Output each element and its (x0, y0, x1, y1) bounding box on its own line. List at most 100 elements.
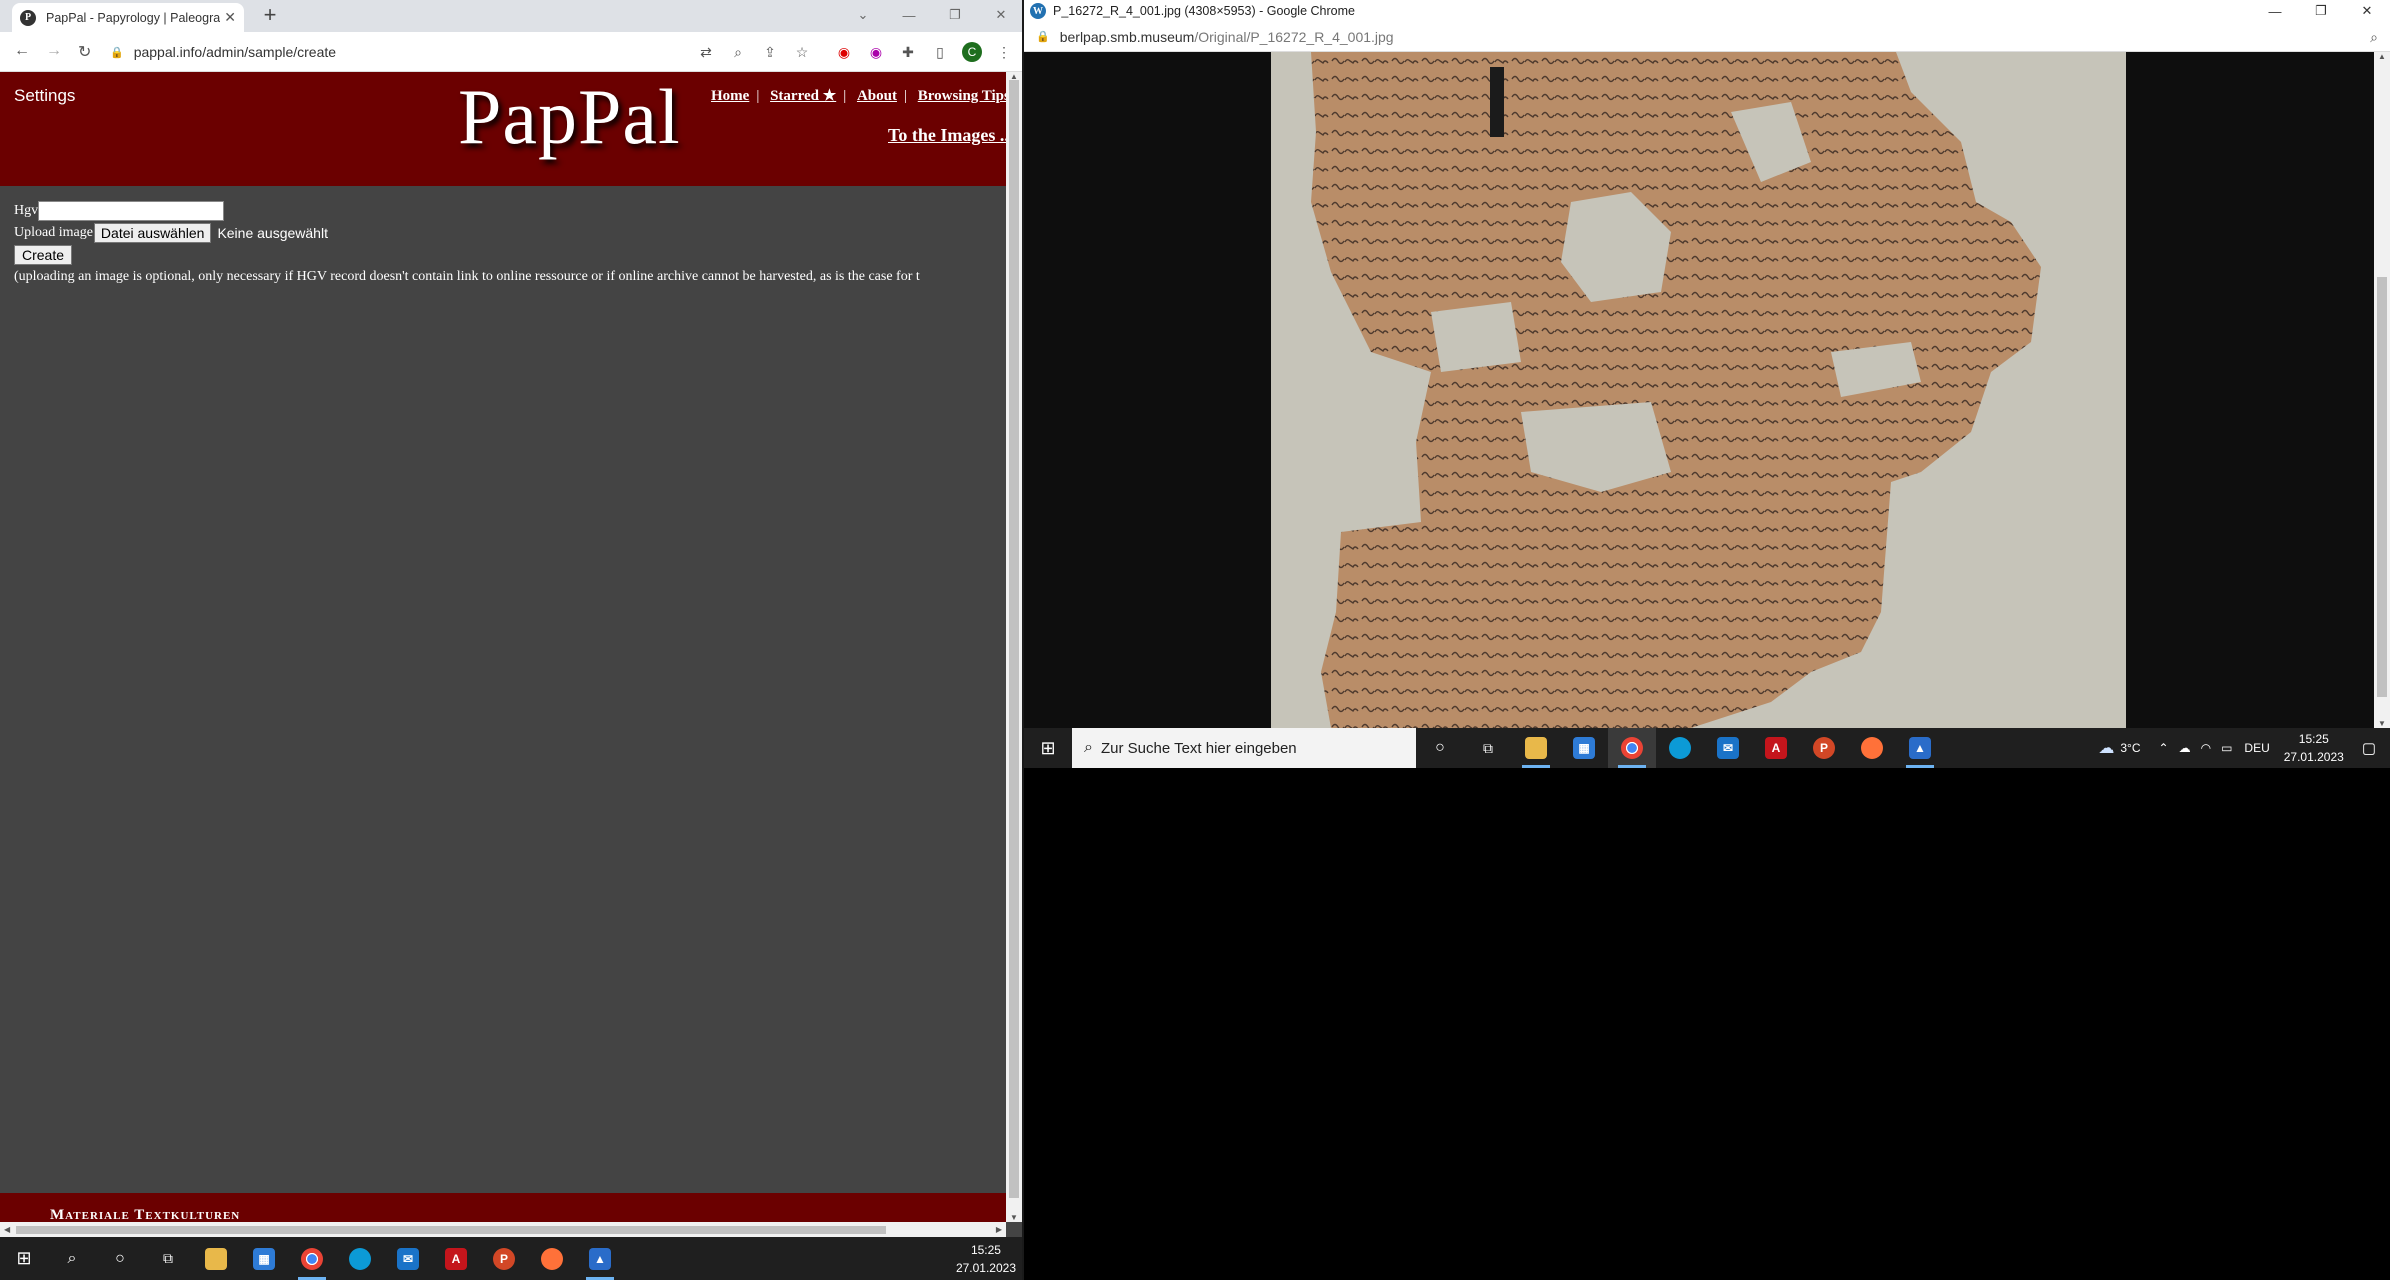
active-indicator (1618, 765, 1646, 768)
close-tab-icon[interactable]: ✕ (224, 9, 236, 26)
restore-button[interactable]: ❐ (2298, 0, 2344, 22)
powerpoint-icon: P (1813, 737, 1835, 759)
scroll-down-icon[interactable]: ▼ (1010, 1213, 1018, 1222)
scroll-right-icon[interactable]: ▶ (996, 1225, 1002, 1234)
clock-right[interactable]: 15:25 27.01.2023 (2284, 730, 2344, 766)
onedrive-icon[interactable]: ☁ (2179, 741, 2191, 755)
extension-purple-icon[interactable]: ◉ (865, 41, 887, 63)
task-view-button[interactable]: ⧉ (144, 1237, 192, 1280)
address-bar[interactable]: 🔒 pappal.info/admin/sample/create (110, 37, 738, 67)
taskbar-mail[interactable]: ✉ (1704, 728, 1752, 768)
weather-cloud-icon[interactable]: ☁ (2098, 738, 2114, 758)
taskbar-store[interactable]: ▦ (240, 1237, 288, 1280)
tab-search-chevron-icon[interactable]: ⌄ (840, 0, 886, 30)
scroll-down-icon[interactable]: ▼ (2378, 719, 2386, 728)
taskbar-store[interactable]: ▦ (1560, 728, 1608, 768)
window-controls: — ❐ ✕ (2252, 0, 2390, 22)
tray-chevron-up-icon[interactable]: ⌃ (2159, 741, 2169, 755)
lock-icon[interactable]: 🔒 (110, 46, 124, 59)
zoom-icon[interactable]: ⌕ (727, 41, 749, 63)
notification-icon[interactable]: ▢ (2362, 739, 2376, 757)
minimize-button[interactable]: — (2252, 0, 2298, 22)
vertical-scroll-thumb[interactable] (1009, 80, 1019, 1198)
taskbar-chrome[interactable] (288, 1237, 336, 1280)
tab-title: PapPal - Papyrology | Paleograph (46, 10, 221, 25)
restore-button[interactable]: ❐ (932, 0, 978, 30)
taskbar-file-explorer[interactable] (192, 1237, 240, 1280)
taskbar-edge[interactable] (336, 1237, 384, 1280)
zoom-icon[interactable]: ⌕ (2370, 29, 2378, 46)
cortana-button[interactable]: ○ (96, 1237, 144, 1280)
taskbar-file-explorer[interactable] (1512, 728, 1560, 768)
vertical-scrollbar[interactable]: ▲ ▼ (1006, 72, 1022, 1222)
menu-kebab-icon[interactable]: ⋮ (993, 41, 1015, 63)
papyrus-image[interactable] (1271, 52, 2126, 728)
nav-starred[interactable]: Starred ★ (770, 88, 836, 104)
to-images-link[interactable]: To the Images ... (888, 125, 1006, 146)
taskbar-powerpoint[interactable]: P (1800, 728, 1848, 768)
weather-temp[interactable]: 3°C (2120, 741, 2140, 755)
upload-note: (uploading an image is optional, only ne… (14, 269, 920, 284)
firefox-icon (541, 1247, 563, 1270)
back-button[interactable]: ← (14, 42, 30, 60)
battery-icon[interactable]: ▭ (2221, 741, 2232, 755)
reload-button[interactable]: ↻ (78, 42, 91, 62)
language-indicator[interactable]: DEU (2244, 741, 2269, 755)
clock-left[interactable]: 15:25 27.01.2023 (956, 1241, 1016, 1277)
create-sample-form: Hgv Upload image Datei auswählen Keine a… (14, 200, 920, 288)
clock-date: 27.01.2023 (2283, 750, 2344, 764)
vertical-scrollbar[interactable]: ▲ ▼ (2374, 52, 2390, 728)
horizontal-scroll-thumb[interactable] (16, 1226, 886, 1234)
folder-icon (1525, 737, 1547, 759)
taskbar-chrome[interactable] (1608, 728, 1656, 768)
nav-home[interactable]: Home (711, 88, 749, 104)
taskbar-firefox[interactable] (528, 1237, 576, 1280)
taskbar-acrobat[interactable]: A (432, 1237, 480, 1280)
hgv-input[interactable] (38, 201, 225, 221)
cortana-button[interactable]: ○ (1416, 728, 1464, 768)
forward-button[interactable]: → (46, 42, 62, 60)
taskbar-powerpoint[interactable]: P (480, 1237, 528, 1280)
search-button[interactable]: ⌕ (48, 1237, 96, 1280)
taskbar-search-box[interactable]: ⌕ Zur Suche Text hier eingeben (1072, 728, 1416, 768)
start-button[interactable]: ⊞ (1024, 728, 1072, 768)
minimize-button[interactable]: — (886, 0, 932, 30)
taskbar-firefox[interactable] (1848, 728, 1896, 768)
translate-icon[interactable]: ⇄ (695, 41, 717, 63)
upload-label: Upload image (14, 225, 93, 240)
taskbar-mail[interactable]: ✉ (384, 1237, 432, 1280)
search-placeholder: Zur Suche Text hier eingeben (1100, 739, 1297, 757)
task-view-button[interactable]: ⧉ (1464, 728, 1512, 768)
vertical-scroll-thumb[interactable] (2377, 277, 2387, 697)
start-button[interactable]: ⊞ (0, 1237, 48, 1280)
taskbar-edge[interactable] (1656, 728, 1704, 768)
choose-file-button[interactable]: Datei auswählen (93, 223, 212, 243)
extension-icons: ◉ ◉ ✚ ▯ C ⋮ (828, 41, 1020, 63)
extension-red-icon[interactable]: ◉ (833, 41, 855, 63)
nav-separator: | (756, 88, 760, 104)
new-tab-button[interactable]: + (258, 4, 282, 28)
scroll-left-icon[interactable]: ◀ (4, 1225, 10, 1234)
side-panel-icon[interactable]: ▯ (929, 41, 951, 63)
nav-about[interactable]: About (857, 88, 897, 104)
footer-logo-text[interactable]: Materiale Textkulturen (50, 1207, 240, 1222)
taskbar-photos[interactable]: ▲ (1896, 728, 1944, 768)
scroll-up-icon[interactable]: ▲ (2378, 52, 2386, 61)
taskbar-photos[interactable]: ▲ (576, 1237, 624, 1280)
horizontal-scrollbar[interactable]: ◀ ▶ (0, 1222, 1006, 1237)
bookmark-star-icon[interactable]: ☆ (791, 41, 813, 63)
close-window-button[interactable]: ✕ (2344, 0, 2390, 22)
lock-icon[interactable]: 🔒 (1036, 30, 1050, 43)
settings-link[interactable]: Settings (14, 86, 75, 106)
wifi-icon[interactable]: ◠ (2201, 741, 2211, 755)
nav-browsing-tips[interactable]: Browsing Tips (918, 88, 1006, 104)
extensions-puzzle-icon[interactable]: ✚ (897, 41, 919, 63)
tab-pappal[interactable]: P PapPal - Papyrology | Paleograph ✕ (12, 3, 244, 32)
close-window-button[interactable]: ✕ (978, 0, 1022, 30)
create-button[interactable]: Create (14, 245, 73, 265)
share-icon[interactable]: ⇪ (759, 41, 781, 63)
address-bar[interactable]: 🔒 berlpap.smb.museum/Original/P_16272_R_… (1024, 22, 2390, 52)
site-logo[interactable]: PapPal (458, 72, 681, 162)
taskbar-acrobat[interactable]: A (1752, 728, 1800, 768)
profile-avatar[interactable]: C (961, 41, 983, 63)
